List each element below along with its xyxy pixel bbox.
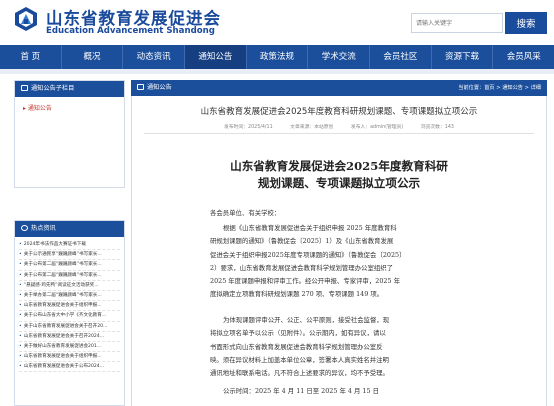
paragraph-line: 度拟确定立项教育科研规划课题 270 项、专项课题 149 项。 [210,290,384,299]
nav-item-overview[interactable]: 概况 [62,45,124,69]
publish-time: 发布时间：2025/4/11 [224,125,273,130]
hot-news-item[interactable]: 山东省教育发展促进会关于组织申报... [19,301,120,312]
hot-news-item[interactable]: 关于公示通民享“巍巍颜峰”书写家长... [19,250,120,261]
hot-news-list: 2024年书法作品大赛证书下载 关于公示通民享“巍巍颜峰”书写家长... 关于公… [15,237,124,373]
main-section-header: 通知公告 当前位置：首页 > 通知公告 > 详细 [131,80,547,96]
main-section-title: 通知公告 [147,84,172,91]
salutation-text: 各会员单位、有关学校： [210,209,281,217]
subcolumn-item-notices[interactable]: ▸ 通知公告 [15,97,124,112]
hot-news-title: 热点资讯 [31,225,56,232]
hot-news-panel: 热点资讯 2024年书法作品大赛证书下载 关于公示通民享“巍巍颜峰”书写家长..… [14,220,125,406]
paragraph-line: 为体现课题评审公开、公正、公平原则，接受社会监督，现 [223,316,390,324]
hot-news-item[interactable]: 山东省教育发展促进会关于组织申报... [19,352,120,363]
hot-news-item[interactable]: 2024年书法作品大赛证书下载 [19,240,120,251]
document-title-line: 山东省教育发展促进会2025年度教育科研 [230,159,448,173]
breadcrumb[interactable]: 当前位置：首页 > 通知公告 > 详细 [458,80,541,96]
fire-icon [21,225,28,231]
nav-item-academic[interactable]: 学术交流 [308,45,371,69]
hot-news-item[interactable]: 山东省教育发展促进会关于召开2024... [19,332,120,342]
publicity-period: 公示时间：2025 年 4 月 11 日至 2025 年 4 月 15 日 [210,385,470,398]
paragraph-line: 根据《山东省教育发展促进会关于组织申报 2025 年度教育科 [223,224,397,232]
main-nav: 首 页 概况 动态资讯 通知公告 政策法规 学术交流 会员社区 资源下载 会员风… [0,45,554,69]
nav-item-community[interactable]: 会员社区 [370,45,432,69]
paragraph-line: 2025 年度课题申报和评审工作。经公开申报、专家评审，2025 年 [210,277,400,286]
hot-news-item[interactable]: 关于山东省教育发展促进会关于召开20... [19,322,120,332]
nav-item-policies[interactable]: 政策法规 [247,45,309,69]
subcolumn-panel: 通知公告子栏目 ▸ 通知公告 [14,80,125,188]
hot-news-item[interactable]: “悬疑感·鸡先鸭”阅读征文活动获奖... [19,281,120,291]
salutation: 各会员单位、有关学校： [210,207,470,220]
nav-item-notices[interactable]: 通知公告 [185,45,247,69]
subcolumn-header: 通知公告子栏目 [15,81,124,97]
paragraph-line: 将拟立项名单予以公示（见附件）。公示期内，如有异议，请以 [210,329,386,338]
list-icon [21,85,28,91]
paragraph-1: 根据《山东省教育发展促进会关于组织申报 2025 年度教育科 研规划课题的通知》… [210,222,470,302]
hot-news-item[interactable]: 关于公布第二届“巍巍颜峰”书写家长... [19,271,120,281]
document-title-line: 规划课题、专项课题拟立项公示 [257,176,421,190]
article-panel: 山东省教育发展促进会2025年度教育科研规划课题、专项课题拟立项公示 发布时间：… [131,96,547,406]
hot-news-header: 热点资讯 [15,221,124,237]
paragraph-line: 通讯地址和联系电话。凡不符合上述要求的异议，均不予受理。 [210,369,389,378]
article-meta: 发布时间：2025/4/11 文章来源：本站原创 发布人：admin(管理员) … [132,123,546,130]
hot-news-item[interactable]: 关于公布第二届“巍巍颜峰”书写家长... [19,260,120,271]
search-input[interactable] [411,13,503,33]
paragraph-line: 映。须在异议材料上加盖本单位公章，签署本人真实姓名并注明 [210,355,389,364]
subcolumn-title: 通知公告子栏目 [31,85,75,92]
publicity-period-text: 公示时间：2025 年 4 月 11 日至 2025 年 4 月 15 日 [223,387,379,395]
document-title: 山东省教育发展促进会2025年度教育科研 规划课题、专项课题拟立项公示 [132,158,546,192]
hot-news-item[interactable]: 关于公布山东省大中小学《齐文化教育... [19,311,120,322]
nav-item-home[interactable]: 首 页 [0,45,62,69]
hot-news-item[interactable]: 山东省教育发展促进会关于公布2024... [19,362,120,373]
list-icon [137,84,144,90]
paragraph-line: 研规划课题的通知》（鲁教促会〔2025〕1）及《山东省教育发展 [210,237,394,246]
site-name-en: Education Advancement Shandong [46,26,215,36]
article-title: 山东省教育发展促进会2025年度教育科研规划课题、专项课题拟立项公示 [200,107,478,117]
hot-news-item[interactable]: 关于举办第二届“巍巍颜峰”书写家长... [19,291,120,302]
paragraph-line: 促进会关于组织申报2025年度专项课题的通知》（鲁教促会〔2025〕 [210,250,406,259]
logo-icon[interactable] [13,5,39,33]
hot-news-item[interactable]: 关于做好山东省教育发展促进会201... [19,342,120,353]
nav-item-downloads[interactable]: 资源下载 [432,45,494,69]
paragraph-2: 为体现课题评审公开、公正、公平原则，接受社会监督，现 将拟立项名单予以公示（见附… [210,314,470,380]
search-button[interactable]: 搜索 [505,12,547,34]
paragraph-line: 2）要求，山东省教育发展促进会教育科学规划管理办公室组织了 [210,263,394,272]
nav-item-news[interactable]: 动态资讯 [123,45,186,69]
view-count: 浏览次数：143 [420,125,454,130]
nav-underline-band [0,69,554,74]
divider [144,133,534,134]
subcolumn-item-label: 通知公告 [27,105,52,112]
article-author: 发布人：admin(管理员) [350,125,404,130]
article-source: 文章来源：本站原创 [290,125,334,130]
site-header: 山东省教育发展促进会 Education Advancement Shandon… [0,0,554,44]
nav-item-showcase[interactable]: 会员风采 [493,45,554,69]
paragraph-line: 书面形式向山东省教育发展促进会教育科学规划管理办公室反 [210,342,383,351]
